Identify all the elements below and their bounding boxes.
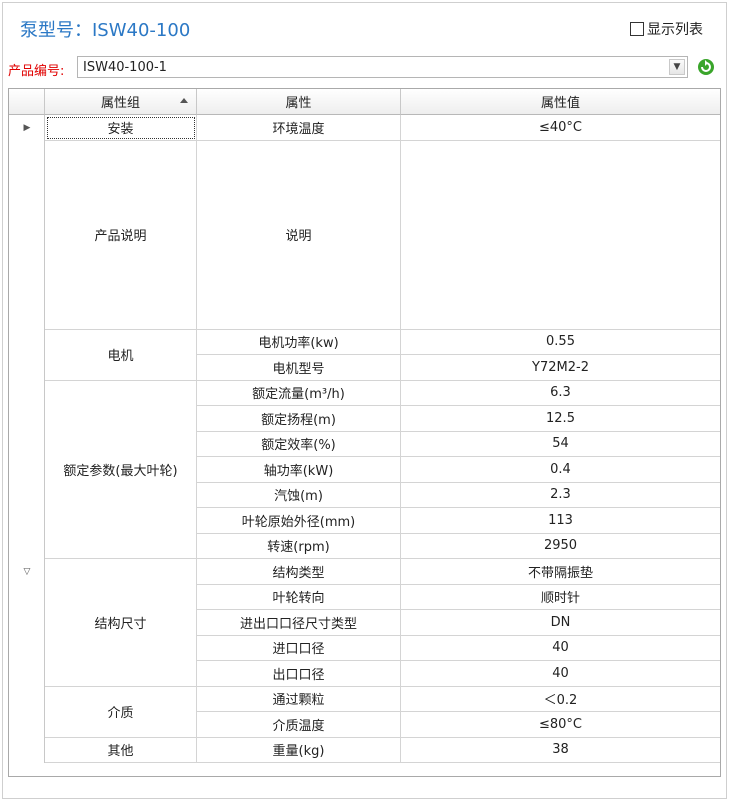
property-cell[interactable]: 电机功率(kw) [197, 329, 401, 355]
group-cell[interactable]: 电机 [45, 329, 197, 381]
value-cell[interactable]: DN [401, 610, 720, 636]
show-list-toggle[interactable]: 显示列表 [630, 19, 703, 39]
row-add-icon: ▽ [23, 566, 31, 577]
page-title: 泵型号：ISW40-100 [20, 20, 191, 41]
group-cell[interactable]: 安装 [45, 115, 197, 141]
sort-ascending-icon [180, 98, 188, 103]
column-header-value-label: 属性值 [540, 96, 580, 111]
value-cell[interactable]: 2.3 [401, 483, 720, 508]
property-cell[interactable]: 额定扬程(m) [197, 406, 401, 432]
property-grid: 属性组 属性 属性值 安装 环境温度 ≤40°C ▶ 产品说明 说明 电机 电机功率(kw) 0… [8, 88, 721, 777]
grid-corner [9, 89, 45, 115]
value-cell[interactable]: 40 [401, 636, 720, 661]
column-header-group[interactable]: 属性组 [45, 89, 197, 115]
value-cell[interactable]: 0.4 [401, 457, 720, 483]
group-cell[interactable]: 产品说明 [45, 140, 197, 330]
property-cell[interactable]: 结构类型 [197, 559, 401, 585]
property-cell[interactable]: 环境温度 [197, 115, 401, 141]
group-cell[interactable]: 额定参数(最大叶轮) [45, 380, 197, 559]
column-header-property[interactable]: 属性 [197, 89, 401, 115]
product-number-value: ISW40-100-1 [83, 60, 167, 75]
show-list-label: 显示列表 [647, 22, 703, 38]
property-cell[interactable]: 介质温度 [197, 712, 401, 738]
value-cell[interactable]: 40 [401, 661, 720, 687]
property-cell[interactable]: 额定效率(%) [197, 431, 401, 457]
show-list-checkbox[interactable] [630, 22, 644, 36]
group-cell[interactable]: 其他 [45, 737, 197, 763]
value-cell[interactable]: Y72M2-2 [401, 355, 720, 381]
row-header-column [9, 89, 45, 763]
property-cell[interactable]: 叶轮转向 [197, 584, 401, 610]
value-cell[interactable]: 12.5 [401, 406, 720, 432]
property-cell[interactable]: 出口口径 [197, 661, 401, 687]
property-cell[interactable]: 转速(rpm) [197, 533, 401, 559]
property-cell[interactable]: 重量(kg) [197, 737, 401, 763]
row-pointer-icon: ▶ [23, 122, 31, 133]
property-cell[interactable]: 轴功率(kW) [197, 457, 401, 483]
value-cell[interactable]: 38 [401, 738, 720, 763]
value-cell[interactable]: 2950 [401, 534, 720, 559]
value-cell[interactable]: 0.55 [401, 330, 720, 355]
property-cell[interactable]: 电机型号 [197, 355, 401, 381]
property-cell[interactable]: 汽蚀(m) [197, 482, 401, 508]
property-cell[interactable]: 进出口口径尺寸类型 [197, 610, 401, 636]
chevron-down-icon[interactable]: ▼ [669, 59, 685, 75]
value-cell[interactable]: ＜0.2 [401, 687, 720, 712]
property-cell[interactable]: 额定流量(m³/h) [197, 380, 401, 406]
value-cell[interactable]: 顺时针 [401, 585, 720, 610]
value-cell[interactable]: ≤40°C [401, 115, 720, 141]
value-cell[interactable]: 不带隔振垫 [401, 559, 720, 585]
property-cell[interactable]: 说明 [197, 140, 401, 330]
value-cell[interactable]: 54 [401, 432, 720, 457]
product-number-label: 产品编号: [8, 64, 65, 79]
value-cell[interactable]: 113 [401, 508, 720, 534]
value-cell[interactable]: 6.3 [401, 381, 720, 406]
refresh-icon[interactable] [696, 57, 716, 77]
value-cell[interactable] [401, 141, 720, 330]
group-cell[interactable]: 介质 [45, 686, 197, 738]
column-header-group-label: 属性组 [100, 96, 140, 111]
column-header-property-label: 属性 [285, 96, 312, 111]
product-number-select[interactable]: ISW40-100-1 ▼ [77, 56, 688, 78]
value-cell[interactable]: ≤80°C [401, 712, 720, 738]
group-cell[interactable]: 结构尺寸 [45, 559, 197, 687]
property-cell[interactable]: 叶轮原始外径(mm) [197, 508, 401, 534]
column-header-value[interactable]: 属性值 [401, 89, 720, 115]
property-cell[interactable]: 通过颗粒 [197, 686, 401, 712]
property-cell[interactable]: 进口口径 [197, 635, 401, 661]
